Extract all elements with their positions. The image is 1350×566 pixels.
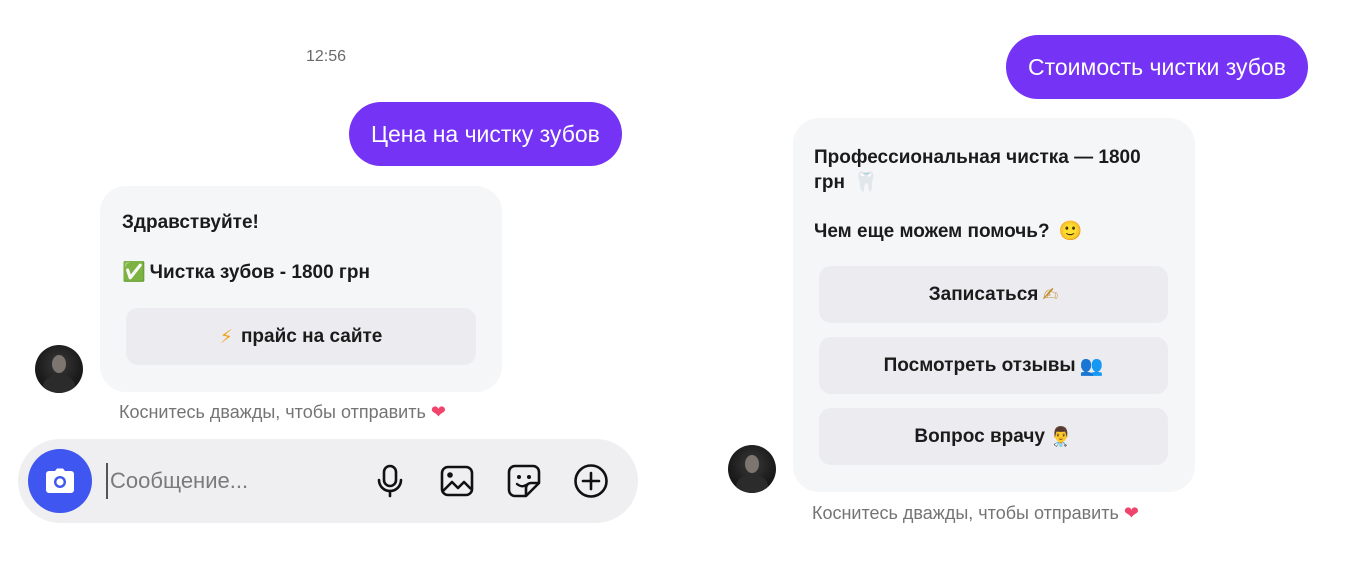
double-tap-hint: Коснитесь дважды, чтобы отправить ❤: [119, 402, 446, 423]
view-reviews-label: Посмотреть отзывы: [883, 354, 1076, 376]
ask-doctor-button[interactable]: Вопрос врачу 👨‍⚕️: [819, 408, 1168, 465]
greeting-text: Здравствуйте!: [122, 212, 259, 233]
double-tap-hint-text-2: Коснитесь дважды, чтобы отправить: [812, 503, 1119, 523]
sent-message-bubble[interactable]: Цена на чистку зубов: [349, 102, 622, 166]
check-icon: ✅: [122, 261, 146, 283]
price-info-line1: Профессиональная чистка — 1800: [814, 147, 1141, 168]
sticker-icon[interactable]: [506, 463, 542, 499]
microphone-icon[interactable]: [372, 463, 408, 499]
auto-reply-card: Здравствуйте! ✅ Чистка зубов - 1800 грн ⚡…: [100, 186, 502, 392]
message-composer: [18, 439, 638, 523]
book-appointment-label: Записаться: [928, 283, 1039, 305]
plus-icon[interactable]: [573, 463, 609, 499]
double-tap-hint-text: Коснитесь дважды, чтобы отправить: [119, 402, 426, 422]
double-tap-hint-2: Коснитесь дважды, чтобы отправить ❤: [812, 503, 1139, 524]
price-line-text: Чистка зубов - 1800 грн: [149, 262, 370, 283]
sent-message-bubble-2[interactable]: Стоимость чистки зубов: [1006, 35, 1308, 99]
price-info-line2: грн: [814, 172, 845, 193]
avatar-2[interactable]: [728, 445, 776, 493]
message-input[interactable]: [106, 463, 350, 499]
sent-message-text-2: Стоимость чистки зубов: [1028, 54, 1286, 80]
doctor-icon: 👨‍⚕️: [1048, 426, 1073, 448]
smile-icon: 🙂: [1058, 220, 1083, 242]
camera-icon: [46, 468, 74, 493]
timestamp: 12:56: [306, 48, 347, 65]
people-icon: 👥: [1079, 355, 1104, 377]
help-question-text: Чем еще можем помочь?: [814, 221, 1050, 242]
lightning-icon: ⚡: [219, 325, 233, 348]
price-on-site-button[interactable]: ⚡ прайс на сайте: [126, 308, 476, 365]
avatar[interactable]: [35, 345, 83, 393]
help-question: Чем еще можем помочь? 🙂: [814, 219, 1083, 243]
tooth-icon: 🦷: [854, 171, 878, 193]
book-appointment-button[interactable]: Записаться ✍: [819, 266, 1168, 323]
sent-message-text: Цена на чистку зубов: [371, 121, 600, 147]
heart-icon: ❤: [430, 402, 446, 423]
camera-button[interactable]: [28, 449, 92, 513]
auto-reply-card-2: Профессиональная чистка — 1800 грн 🦷 Чем…: [793, 118, 1195, 492]
price-info-text: Профессиональная чистка — 1800 грн 🦷: [814, 145, 1184, 195]
heart-icon-2: ❤: [1123, 503, 1139, 524]
price-line: ✅ Чистка зубов - 1800 грн: [122, 260, 370, 284]
writing-hand-icon: ✍: [1042, 283, 1059, 306]
view-reviews-button[interactable]: Посмотреть отзывы 👥: [819, 337, 1168, 394]
price-on-site-label: прайс на сайте: [240, 325, 383, 347]
gallery-icon[interactable]: [439, 463, 475, 499]
ask-doctor-label: Вопрос врачу: [914, 425, 1045, 447]
